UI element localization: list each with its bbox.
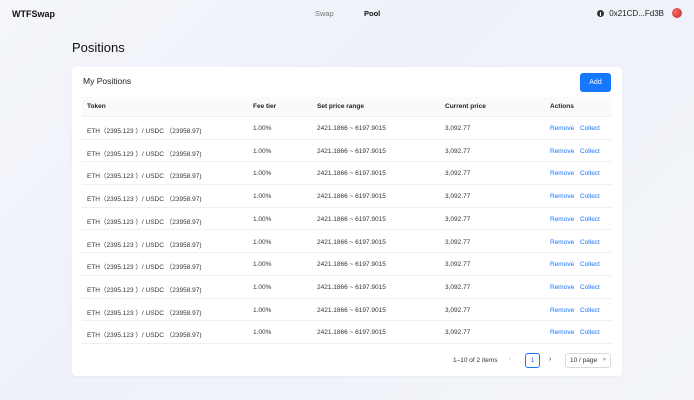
fee-tier-cell: 1.00% — [253, 170, 272, 178]
remove-link[interactable]: Remove — [550, 216, 574, 223]
remove-link[interactable]: Remove — [550, 170, 574, 177]
table-row: ETH（2395.123 ）/ USDC （23958.97) 1.00% 2421… — [82, 253, 612, 276]
token-cell: ETH（2395.123 ）/ USDC （23958.97) — [87, 218, 202, 226]
prev-page-button[interactable]: ‹ — [509, 356, 511, 363]
remove-link[interactable]: Remove — [550, 261, 574, 268]
table-row: ETH（2395.123 ）/ USDC （23958.97) 1.00% 2421… — [82, 231, 612, 254]
remove-link[interactable]: Remove — [550, 307, 574, 314]
current-price-cell: 3,092.77 — [445, 215, 471, 223]
current-price-cell: 3,092.77 — [445, 329, 471, 337]
fee-tier-cell: 1.00% — [253, 238, 272, 246]
page-title: Positions — [72, 40, 125, 55]
current-price-cell: 3,092.77 — [445, 261, 471, 269]
top-bar: WTFSwap Swap Pool 0x21CD...Fd3B — [0, 0, 694, 28]
collect-link[interactable]: Collect — [580, 216, 600, 223]
add-position-button[interactable]: Add — [580, 73, 611, 92]
current-price-cell: 3,092.77 — [445, 283, 471, 291]
pagination-total: 1–10 of 2 items — [453, 357, 498, 364]
current-price-cell: 3,092.77 — [445, 306, 471, 314]
next-page-button[interactable]: › — [549, 356, 551, 363]
token-cell: ETH（2395.123 ）/ USDC （23958.97) — [87, 150, 202, 158]
table-row: ETH（2395.123 ）/ USDC （23958.97) 1.00% 2421… — [82, 208, 612, 231]
token-cell: ETH（2395.123 ）/ USDC （23958.97) — [87, 196, 202, 204]
token-cell: ETH（2395.123 ）/ USDC （23958.97) — [87, 332, 202, 340]
collect-link[interactable]: Collect — [580, 170, 600, 177]
table-row: ETH（2395.123 ）/ USDC （23958.97) 1.00% 2421… — [82, 117, 612, 140]
table-header: Token Fee tier Set price range Current p… — [82, 97, 612, 117]
pagination: 1–10 of 2 items ‹ 1 › 10 / page ▼ — [72, 353, 622, 369]
header-current-price: Current price — [445, 103, 486, 110]
token-cell: ETH（2395.123 ）/ USDC （23958.97) — [87, 264, 202, 272]
collect-link[interactable]: Collect — [580, 261, 600, 268]
current-price-cell: 3,092.77 — [445, 147, 471, 155]
table-row: ETH（2395.123 ）/ USDC （23958.97) 1.00% 2421… — [82, 321, 612, 344]
fee-tier-cell: 1.00% — [253, 283, 272, 291]
token-cell: ETH（2395.123 ）/ USDC （23958.97) — [87, 286, 202, 294]
token-cell: ETH（2395.123 ）/ USDC （23958.97) — [87, 128, 202, 135]
fee-tier-cell: 1.00% — [253, 261, 272, 269]
wallet-button[interactable]: 0x21CD...Fd3B — [597, 9, 664, 18]
main-nav: Swap Pool — [0, 9, 694, 21]
fee-tier-cell: 1.00% — [253, 329, 272, 337]
table-row: ETH（2395.123 ）/ USDC （23958.97) 1.00% 2421… — [82, 276, 612, 299]
price-range-cell: 2421.1866 ~ 6197.9015 — [317, 193, 386, 201]
price-range-cell: 2421.1866 ~ 6197.9015 — [317, 238, 386, 246]
remove-link[interactable]: Remove — [550, 329, 574, 336]
collect-link[interactable]: Collect — [580, 125, 600, 132]
header-price-range: Set price range — [317, 103, 364, 110]
header-token: Token — [87, 103, 106, 110]
collect-link[interactable]: Collect — [580, 193, 600, 200]
positions-card: My Positions Add Token Fee tier Set pric… — [72, 67, 622, 376]
nav-pool[interactable]: Pool — [364, 9, 380, 18]
price-range-cell: 2421.1866 ~ 6197.9015 — [317, 261, 386, 269]
fee-tier-cell: 1.00% — [253, 215, 272, 223]
collect-link[interactable]: Collect — [580, 307, 600, 314]
token-cell: ETH（2395.123 ）/ USDC （23958.97) — [87, 309, 202, 317]
table-row: ETH（2395.123 ）/ USDC （23958.97) 1.00% 2421… — [82, 140, 612, 163]
price-range-cell: 2421.1866 ~ 6197.9015 — [317, 306, 386, 314]
table-row: ETH（2395.123 ）/ USDC （23958.97) 1.00% 2421… — [82, 162, 612, 186]
fee-tier-cell: 1.00% — [253, 125, 272, 132]
price-range-cell: 2421.1866 ~ 6197.9015 — [317, 125, 386, 132]
fee-tier-cell: 1.00% — [253, 193, 272, 201]
page-size-value: 10 / page — [570, 357, 598, 364]
table-row: ETH（2395.123 ）/ USDC （23958.97) 1.00% 2421… — [82, 185, 612, 208]
price-range-cell: 2421.1866 ~ 6197.9015 — [317, 283, 386, 291]
current-price-cell: 3,092.77 — [445, 125, 471, 132]
remove-link[interactable]: Remove — [550, 148, 574, 155]
page-size-select[interactable]: 10 / page ▼ — [565, 353, 611, 368]
wallet-address: 0x21CD...Fd3B — [609, 9, 664, 18]
collect-link[interactable]: Collect — [580, 329, 600, 336]
remove-link[interactable]: Remove — [550, 125, 574, 132]
price-range-cell: 2421.1866 ~ 6197.9015 — [317, 147, 386, 155]
fee-tier-cell: 1.00% — [253, 147, 272, 155]
wallet-icon — [597, 10, 605, 17]
header-fee-tier: Fee tier — [253, 103, 277, 110]
avatar[interactable] — [672, 8, 682, 18]
remove-link[interactable]: Remove — [550, 284, 574, 291]
page-1-button[interactable]: 1 — [525, 353, 540, 368]
collect-link[interactable]: Collect — [580, 148, 600, 155]
collect-link[interactable]: Collect — [580, 284, 600, 291]
table-row: ETH（2395.123 ）/ USDC （23958.97) 1.00% 2421… — [82, 299, 612, 322]
token-cell: ETH（2395.123 ）/ USDC （23958.97) — [87, 241, 202, 249]
nav-swap[interactable]: Swap — [315, 9, 334, 18]
fee-tier-cell: 1.00% — [253, 306, 272, 314]
chevron-down-icon: ▼ — [602, 357, 607, 363]
price-range-cell: 2421.1866 ~ 6197.9015 — [317, 215, 386, 223]
remove-link[interactable]: Remove — [550, 193, 574, 200]
current-price-cell: 3,092.77 — [445, 238, 471, 246]
remove-link[interactable]: Remove — [550, 239, 574, 246]
header-actions: Actions — [550, 103, 574, 110]
price-range-cell: 2421.1866 ~ 6197.9015 — [317, 329, 386, 337]
card-title: My Positions — [83, 76, 132, 86]
collect-link[interactable]: Collect — [580, 239, 600, 246]
price-range-cell: 2421.1866 ~ 6197.9015 — [317, 170, 386, 178]
current-price-cell: 3,092.77 — [445, 170, 471, 178]
current-price-cell: 3,092.77 — [445, 193, 471, 201]
token-cell: ETH（2395.123 ）/ USDC （23958.97) — [87, 173, 202, 181]
